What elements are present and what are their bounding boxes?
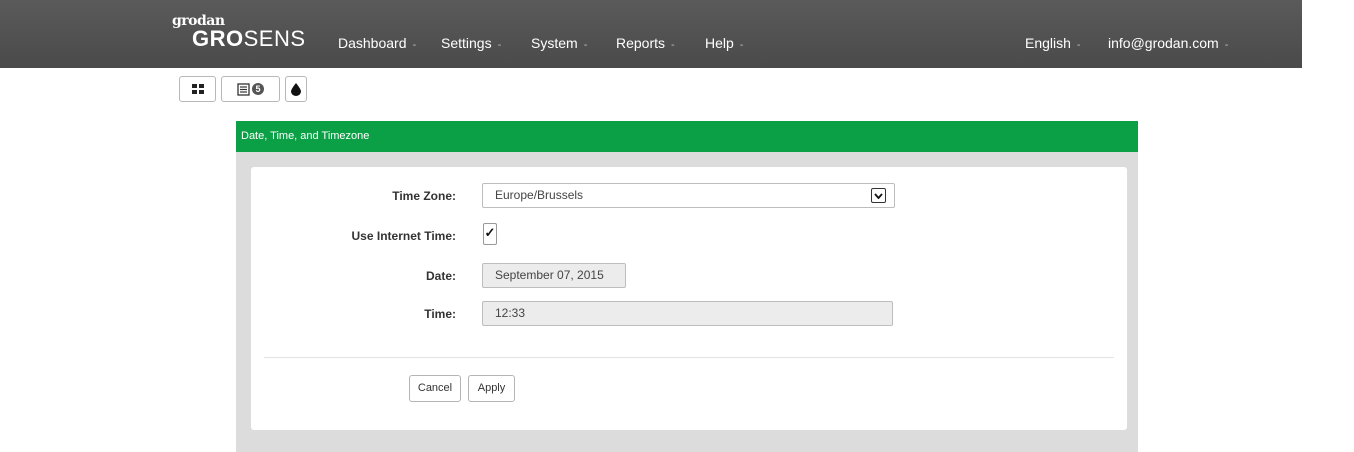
irrigation-button[interactable] (285, 76, 307, 102)
caret-down-icon: - (739, 39, 744, 51)
water-drop-icon (291, 82, 301, 96)
caret-down-icon: - (671, 39, 675, 51)
top-navbar: grodan GROSENS Dashboard - Settings - Syst… (0, 0, 1354, 68)
caret-down-icon: - (1224, 39, 1229, 51)
caret-down-icon: - (497, 39, 502, 51)
date-time-panel: Date, Time, and Timezone Time Zone: Euro… (236, 121, 1138, 452)
caret-down-icon: - (1076, 39, 1081, 51)
time-zone-select[interactable]: Europe/Brussels (482, 183, 895, 208)
use-internet-time-checkbox[interactable]: ✓ (483, 223, 497, 245)
grosens-wordmark: GROSENS (192, 26, 306, 51)
panel-title: Date, Time, and Timezone (236, 121, 1138, 152)
alarms-list-button[interactable]: 5 (221, 76, 280, 102)
date-label: Date: (425, 269, 456, 283)
panel-body: Time Zone: Europe/Brussels Use Internet … (251, 167, 1127, 430)
use-internet-time-label: Use Internet Time: (351, 229, 456, 243)
nav-language[interactable]: English - (1025, 35, 1081, 51)
time-zone-label: Time Zone: (392, 189, 456, 203)
cancel-button[interactable]: Cancel (409, 375, 461, 402)
nav-reports[interactable]: Reports - (616, 35, 675, 51)
navbar-edge (1302, 0, 1354, 68)
nav-help[interactable]: Help - (705, 35, 743, 51)
grid-icon (191, 84, 204, 94)
date-field[interactable]: September 07, 2015 (482, 263, 626, 288)
grosens-logo[interactable]: grodan GROSENS (172, 14, 305, 51)
caret-down-icon: - (412, 39, 417, 51)
time-label: Time: (424, 307, 456, 321)
time-field[interactable]: 12:33 (482, 301, 893, 326)
nav-dashboard[interactable]: Dashboard - (338, 35, 416, 51)
dashboard-view-button[interactable] (179, 76, 216, 102)
nav-settings[interactable]: Settings - (441, 35, 501, 51)
notification-badge: 5 (252, 83, 264, 95)
nav-system[interactable]: System - (531, 35, 587, 51)
list-icon (237, 82, 250, 96)
caret-down-icon: - (583, 39, 588, 51)
form-divider (264, 357, 1114, 358)
chevron-down-icon (871, 188, 886, 203)
apply-button[interactable]: Apply (468, 375, 515, 402)
nav-account[interactable]: info@grodan.com - (1108, 35, 1228, 51)
